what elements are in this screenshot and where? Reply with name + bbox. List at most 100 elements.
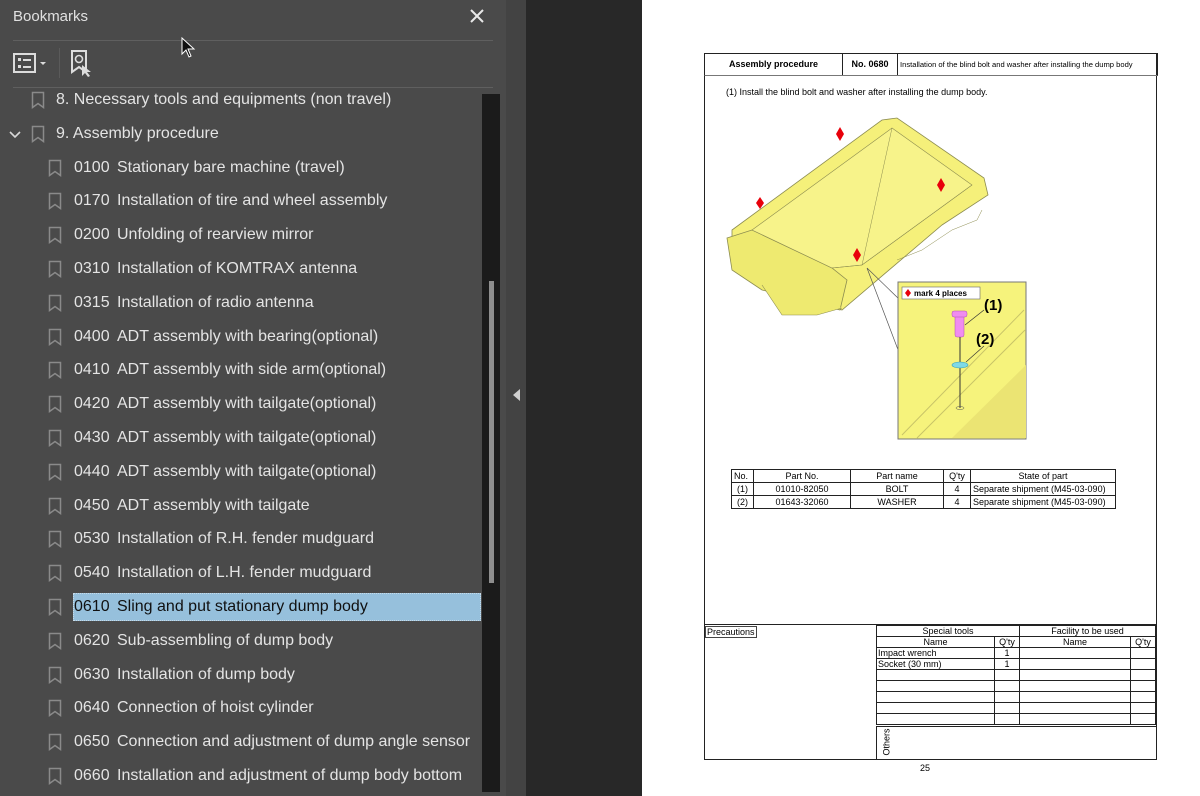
collapse-panel-arrow-icon[interactable] xyxy=(513,389,520,401)
bookmark-item[interactable]: 0100 Stationary bare machine (travel) xyxy=(0,154,482,182)
procedure-title: Installation of the blind bolt and washe… xyxy=(900,60,1133,69)
bookmark-number: 0540 xyxy=(74,564,110,582)
name-header: Name xyxy=(1019,636,1131,648)
bookmark-options-button[interactable] xyxy=(12,50,52,76)
bookmark-item[interactable]: 0450 ADT assembly with tailgate xyxy=(0,492,482,520)
cell: (2) xyxy=(731,495,754,509)
cell xyxy=(1019,680,1131,692)
cell xyxy=(1130,680,1156,692)
cell xyxy=(1019,658,1131,670)
bookmark-icon xyxy=(48,598,62,616)
cell: 1 xyxy=(994,658,1020,670)
cell xyxy=(1019,647,1131,659)
special-tools-header: Special tools xyxy=(876,625,1020,637)
table-row: (2) 01643-32060 WASHER 4 Separate shipme… xyxy=(731,495,1116,509)
cell: 4 xyxy=(943,482,971,496)
bookmark-label: 0430 ADT assembly with tailgate(optional) xyxy=(74,429,376,447)
toolbar-separator xyxy=(59,48,60,78)
find-current-bookmark-button[interactable] xyxy=(67,48,95,78)
bookmark-text: Installation and adjustment of dump body… xyxy=(117,767,463,784)
cell: Separate shipment (M45-03-090) xyxy=(970,495,1116,509)
cell xyxy=(1130,647,1156,659)
cell: 1 xyxy=(994,647,1020,659)
bookmark-icon xyxy=(48,429,62,447)
chevron-down-icon[interactable] xyxy=(7,124,23,144)
bookmark-icon xyxy=(48,328,62,346)
cell xyxy=(1019,713,1131,725)
bookmark-item[interactable]: 0620 Sub-assembling of dump body xyxy=(0,627,482,655)
table-row xyxy=(876,702,1156,714)
bookmark-number: 0660 xyxy=(74,767,110,784)
bookmark-icon xyxy=(48,699,62,718)
others-section: Others xyxy=(876,726,1156,760)
step-text: (1) Install the blind bolt and washer af… xyxy=(726,87,988,97)
bookmarks-panel: Bookmarks 8. Necessary tools and equipme… xyxy=(0,0,506,796)
cell xyxy=(1130,702,1156,714)
cell xyxy=(994,713,1020,725)
bookmark-number: 0100 xyxy=(74,158,110,176)
bookmark-text: ADT assembly with tailgate(optional) xyxy=(117,395,377,413)
bookmark-item[interactable]: 0200 Unfolding of rearview mirror xyxy=(0,221,482,249)
bookmark-label: 0610 Sling and put stationary dump body xyxy=(74,598,368,616)
table-row xyxy=(876,691,1156,703)
bookmark-item[interactable]: 8. Necessary tools and equipments (non t… xyxy=(0,86,482,114)
cell xyxy=(994,680,1020,692)
bookmark-label: 0170 Installation of tire and wheel assem… xyxy=(74,192,387,210)
bookmark-icon xyxy=(48,226,62,245)
bookmark-item[interactable]: 0430 ADT assembly with tailgate(optional) xyxy=(0,424,482,452)
bookmark-icon xyxy=(48,733,62,752)
bookmark-item[interactable]: 0650 Connection and adjustment of dump an… xyxy=(0,728,482,756)
bookmark-item[interactable]: 0660 Installation and adjustment of dump … xyxy=(0,762,482,790)
bookmark-text: Sub-assembling of dump body xyxy=(117,631,334,649)
col-no: No. xyxy=(731,469,754,483)
bookmark-text: ADT assembly with tailgate(optional) xyxy=(117,462,377,480)
cell xyxy=(876,713,995,725)
bookmark-text: Stationary bare machine (travel) xyxy=(117,158,345,176)
bookmark-item[interactable]: 0540 Installation of L.H. fender mudguard xyxy=(0,559,482,587)
cell xyxy=(1130,669,1156,681)
bookmark-number: 0620 xyxy=(74,631,110,649)
bookmark-item[interactable]: 0315 Installation of radio antenna xyxy=(0,289,482,317)
bookmark-label: 0640 Connection of hoist cylinder xyxy=(74,699,314,717)
bookmark-item[interactable]: 0610 Sling and put stationary dump body xyxy=(0,593,482,621)
bookmark-item[interactable]: 0420 ADT assembly with tailgate(optional) xyxy=(0,390,482,418)
bookmark-item[interactable]: 0170 Installation of tire and wheel assem… xyxy=(0,187,482,215)
bookmark-item[interactable]: 0400 ADT assembly with bearing(optional) xyxy=(0,323,482,351)
scrollbar-thumb[interactable] xyxy=(489,281,494,583)
bookmark-icon xyxy=(48,159,62,177)
bookmark-icon xyxy=(48,564,62,583)
find-current-bookmark-icon xyxy=(71,50,91,77)
bookmark-number: 0440 xyxy=(74,462,110,480)
bookmark-label: 0530 Installation of R.H. fender mudguard xyxy=(74,530,374,548)
bookmark-icon xyxy=(48,497,62,515)
bookmark-item[interactable]: 0640 Connection of hoist cylinder xyxy=(0,694,482,722)
bookmark-text: Unfolding of rearview mirror xyxy=(117,226,314,244)
bookmark-item[interactable]: 0630 Installation of dump body xyxy=(0,661,482,689)
bookmark-icon xyxy=(48,666,62,684)
bookmark-text: Installation of L.H. fender mudguard xyxy=(117,564,372,582)
bookmark-text: Installation of R.H. fender mudguard xyxy=(117,530,375,548)
bookmark-label: 0440 ADT assembly with tailgate(optional) xyxy=(74,463,376,481)
bookmark-number: 0410 xyxy=(74,361,110,379)
bookmark-number: 0640 xyxy=(74,699,110,717)
bookmark-label: 0660 Installation and adjustment of dump … xyxy=(74,767,462,785)
close-panel-button[interactable] xyxy=(466,4,488,28)
bookmark-number: 0530 xyxy=(74,530,110,548)
cell: Separate shipment (M45-03-090) xyxy=(970,482,1116,496)
bookmark-text: Installation of tire and wheel assembly xyxy=(117,192,388,210)
bookmark-text: Connection of hoist cylinder xyxy=(117,699,314,717)
inset-legend: mark 4 places xyxy=(914,289,967,298)
table-row xyxy=(876,680,1156,692)
bookmark-icon xyxy=(48,530,62,549)
bookmark-item[interactable]: 0530 Installation of R.H. fender mudguard xyxy=(0,525,482,553)
bookmark-item[interactable]: 0410 ADT assembly with side arm(optional) xyxy=(0,356,482,384)
bookmark-text: ADT assembly with tailgate(optional) xyxy=(117,429,377,446)
bookmark-item[interactable]: 0440 ADT assembly with tailgate(optional) xyxy=(0,458,482,486)
callout-1: (1) xyxy=(984,297,1002,314)
bookmark-item[interactable]: 9. Assembly procedure xyxy=(0,120,482,148)
dump-body-figure: mark 4 places (1) (2) xyxy=(726,117,1027,440)
bookmark-text: ADT assembly with side arm(optional) xyxy=(117,361,387,379)
bookmark-item[interactable]: 0310 Installation of KOMTRAX antenna xyxy=(0,255,482,283)
bookmark-number: 0420 xyxy=(74,395,110,413)
col-state: State of part xyxy=(970,469,1116,483)
